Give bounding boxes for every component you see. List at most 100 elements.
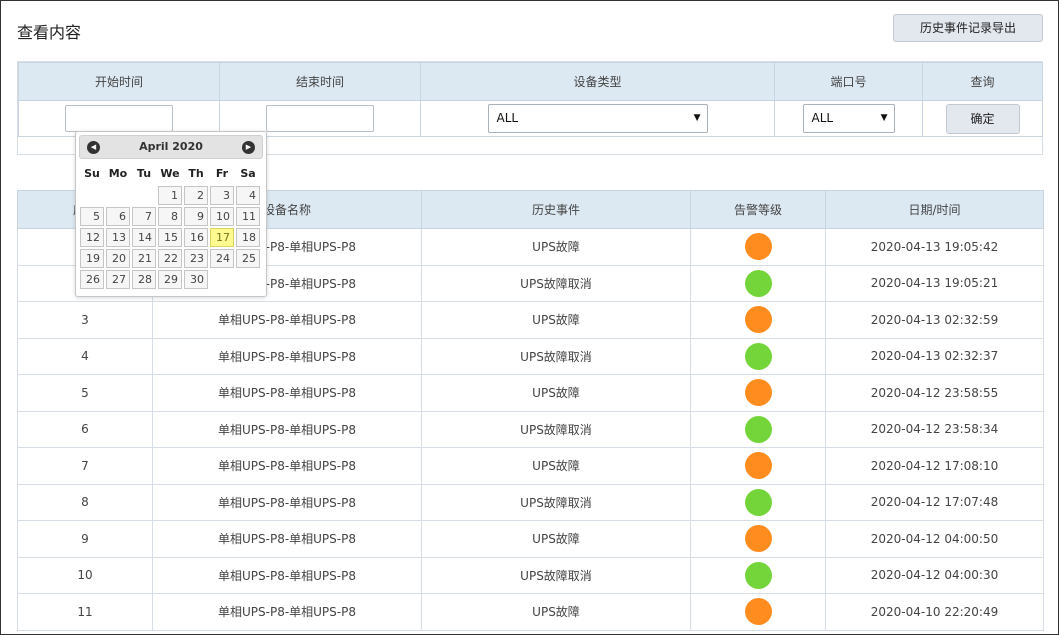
- datepicker-day[interactable]: 22: [158, 249, 182, 268]
- row-event: UPS故障: [421, 374, 691, 412]
- datepicker-day[interactable]: 7: [132, 207, 156, 226]
- row-event: UPS故障取消: [421, 556, 691, 594]
- datepicker-days: 1 2 3 4 5 6 7 8 9 10 11 12 13 14 15 16 17 18 19 20 21 22 23 24 2…: [79, 185, 263, 290]
- weekday-label: Tu: [136, 167, 152, 180]
- datepicker-day[interactable]: 27: [106, 270, 130, 289]
- column-header-event: 历史事件: [421, 190, 691, 229]
- alarm-level-indicator: [744, 452, 772, 480]
- datepicker-day[interactable]: 15: [158, 228, 182, 247]
- port-value: ALL: [811, 111, 834, 125]
- datepicker-day[interactable]: 24: [210, 249, 234, 268]
- datepicker-day[interactable]: 25: [236, 249, 260, 268]
- port-select[interactable]: ALL ▼: [802, 104, 895, 133]
- row-event: UPS故障: [421, 520, 691, 558]
- datepicker-day[interactable]: 3: [210, 186, 234, 205]
- datepicker-day[interactable]: 26: [80, 270, 104, 289]
- start-time-input[interactable]: [65, 105, 173, 132]
- weekday-label: Fr: [215, 167, 229, 180]
- row-event: UPS故障: [421, 447, 691, 485]
- row-alarm-level: [690, 264, 826, 302]
- datepicker-header: ◀ April 2020 ▶: [79, 135, 263, 159]
- export-history-button[interactable]: 历史事件记录导出: [893, 14, 1043, 42]
- datepicker-popup: ◀ April 2020 ▶ Su Mo Tu We Th Fr Sa 1234567891…: [75, 131, 267, 297]
- weekday-label: We: [160, 167, 180, 180]
- row-index: 7: [17, 447, 153, 485]
- next-month-icon[interactable]: ▶: [242, 141, 255, 154]
- column-header-time: 日期/时间: [825, 190, 1044, 229]
- table-row: 10 单相UPS-P8-单相UPS-P8 UPS故障取消 2020-04-12 04:…: [17, 556, 1044, 594]
- datepicker-day[interactable]: 30: [184, 270, 208, 289]
- table-row: 4 单相UPS-P8-单相UPS-P8 UPS故障取消 2020-04-13 02:3…: [17, 337, 1044, 375]
- datepicker-day[interactable]: 29: [158, 270, 182, 289]
- datepicker-day[interactable]: 17: [210, 228, 234, 247]
- row-datetime: 2020-04-13 02:32:37: [825, 337, 1044, 375]
- start-time-header: 开始时间: [18, 62, 220, 101]
- query-header: 查询: [922, 62, 1043, 101]
- row-event: UPS故障: [421, 593, 691, 631]
- alarm-level-indicator: [744, 233, 772, 261]
- port-cell: ALL ▼: [774, 100, 923, 137]
- datepicker-day[interactable]: 18: [236, 228, 260, 247]
- table-row: 7 单相UPS-P8-单相UPS-P8 UPS故障 2020-04-12 17:08:…: [17, 447, 1044, 485]
- row-datetime: 2020-04-12 23:58:55: [825, 374, 1044, 412]
- row-alarm-level: [690, 483, 826, 521]
- datepicker-day[interactable]: 8: [158, 207, 182, 226]
- weekday-label: Mo: [108, 167, 128, 180]
- row-alarm-level: [690, 410, 826, 448]
- datepicker-blank: [80, 186, 104, 205]
- datepicker-day[interactable]: 5: [80, 207, 104, 226]
- row-index: 6: [17, 410, 153, 448]
- datepicker-blank: [106, 186, 130, 205]
- alarm-level-indicator: [744, 561, 772, 589]
- confirm-button[interactable]: 确定: [945, 103, 1020, 134]
- row-event: UPS故障: [421, 228, 691, 266]
- datepicker-day[interactable]: 19: [80, 249, 104, 268]
- row-event: UPS故障取消: [421, 264, 691, 302]
- row-alarm-level: [690, 447, 826, 485]
- weekday-label: Sa: [240, 167, 256, 180]
- row-alarm-level: [690, 556, 826, 594]
- filter-table: 开始时间 结束时间 设备类型 端口号 查询 ALL ▼ ALL ▼ 确定: [18, 62, 1043, 137]
- datepicker-day[interactable]: 20: [106, 249, 130, 268]
- prev-month-icon[interactable]: ◀: [87, 141, 100, 154]
- datepicker-day[interactable]: 13: [106, 228, 130, 247]
- alarm-level-indicator: [744, 415, 772, 443]
- row-datetime: 2020-04-13 02:32:59: [825, 301, 1044, 339]
- datepicker-day[interactable]: 1: [158, 186, 182, 205]
- table-row: 6 单相UPS-P8-单相UPS-P8 UPS故障取消 2020-04-12 23:5…: [17, 410, 1044, 448]
- table-row: 3 单相UPS-P8-单相UPS-P8 UPS故障 2020-04-13 02:32:…: [17, 301, 1044, 339]
- row-alarm-level: [690, 593, 826, 631]
- row-index: 10: [17, 556, 153, 594]
- row-index: 3: [17, 301, 153, 339]
- row-alarm-level: [690, 374, 826, 412]
- row-device-name: 单相UPS-P8-单相UPS-P8: [152, 447, 422, 485]
- row-event: UPS故障: [421, 301, 691, 339]
- row-index: 9: [17, 520, 153, 558]
- alarm-level-indicator: [744, 342, 772, 370]
- datepicker-day[interactable]: 14: [132, 228, 156, 247]
- datepicker-day[interactable]: 9: [184, 207, 208, 226]
- datepicker-day[interactable]: 6: [106, 207, 130, 226]
- row-device-name: 单相UPS-P8-单相UPS-P8: [152, 337, 422, 375]
- datepicker-day[interactable]: 2: [184, 186, 208, 205]
- row-device-name: 单相UPS-P8-单相UPS-P8: [152, 301, 422, 339]
- datepicker-day[interactable]: 28: [132, 270, 156, 289]
- device-type-header: 设备类型: [420, 62, 775, 101]
- datepicker-day[interactable]: 11: [236, 207, 260, 226]
- row-datetime: 2020-04-13 19:05:21: [825, 264, 1044, 302]
- device-type-select[interactable]: ALL ▼: [487, 104, 708, 133]
- datepicker-day[interactable]: 21: [132, 249, 156, 268]
- datepicker-month-label: April 2020: [139, 140, 203, 153]
- end-time-input[interactable]: [266, 105, 374, 132]
- alarm-level-indicator: [744, 269, 772, 297]
- datepicker-day[interactable]: 23: [184, 249, 208, 268]
- datepicker-day[interactable]: 10: [210, 207, 234, 226]
- datepicker-day[interactable]: 12: [80, 228, 104, 247]
- row-event: UPS故障取消: [421, 483, 691, 521]
- row-device-name: 单相UPS-P8-单相UPS-P8: [152, 556, 422, 594]
- alarm-level-indicator: [744, 488, 772, 516]
- datepicker-day[interactable]: 4: [236, 186, 260, 205]
- row-datetime: 2020-04-12 04:00:50: [825, 520, 1044, 558]
- datepicker-day[interactable]: 16: [184, 228, 208, 247]
- row-index: 8: [17, 483, 153, 521]
